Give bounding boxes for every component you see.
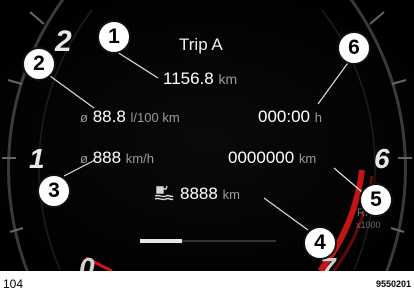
callout-3: 3: [37, 174, 71, 208]
odometer-value: 0000000: [228, 148, 295, 167]
gauge-number-6: 6: [374, 143, 390, 174]
fuel-range: 8888 km: [154, 183, 240, 202]
figure-code: 9550201: [375, 279, 411, 289]
fuel-range-unit: km: [222, 187, 240, 202]
avg-speed: ø 888 km/h: [80, 149, 154, 166]
callout-4: 4: [303, 226, 337, 260]
callout-5: 5: [359, 183, 393, 217]
odometer: 0000000 km: [228, 149, 316, 166]
trip-distance-value: 1156.8: [163, 69, 214, 88]
page-indicator-thumb: [140, 239, 182, 243]
avg-consumption: ø 88.8 l/100 km: [80, 108, 180, 125]
callout-6: 6: [337, 31, 371, 65]
avg-symbol: ø: [80, 110, 88, 125]
trip-distance-unit: km: [218, 71, 238, 87]
trip-time: 000:00 h: [258, 108, 322, 125]
avg-consumption-unit: l/100 km: [130, 110, 180, 125]
trip-title: Trip A: [179, 35, 223, 54]
rpm-multiplier: x1000: [356, 220, 381, 230]
trip-distance: 1156.8 km: [163, 70, 237, 87]
avg-consumption-value: 88.8: [92, 107, 126, 126]
callout-1: 1: [97, 20, 131, 54]
callout-2: 2: [22, 47, 56, 81]
fuel-range-value: 8888: [180, 184, 218, 203]
avg-speed-unit: km/h: [125, 151, 154, 166]
avg-speed-symbol: ø: [80, 151, 88, 166]
trip-time-value: 000:00: [258, 107, 310, 126]
instrument-cluster-display: 2 1 0 6 7 RPM x1000 Trip A 1156.8 km ø 8…: [0, 0, 414, 271]
gauge-number-2: 2: [55, 25, 72, 58]
page-number: 104: [3, 277, 24, 291]
fuel-range-icon: [154, 185, 174, 201]
gauge-number-0: 0: [79, 252, 95, 272]
avg-speed-value: 888: [92, 148, 122, 167]
trip-time-unit: h: [314, 110, 322, 125]
odometer-unit: km: [298, 151, 317, 166]
gauge-number-1: 1: [29, 143, 45, 174]
